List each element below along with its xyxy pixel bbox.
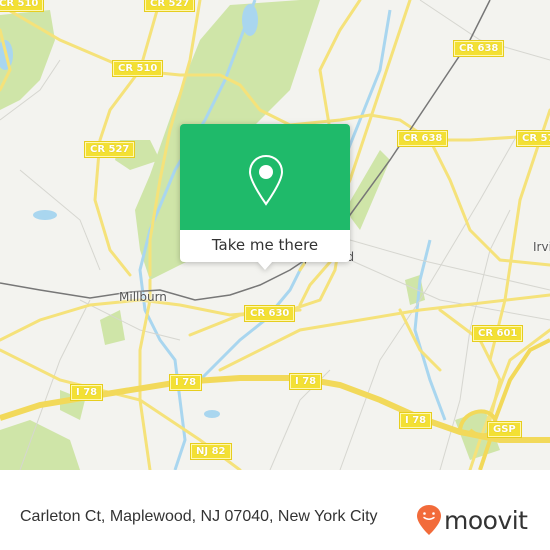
road-shield-cr630: CR 630 xyxy=(243,305,296,322)
road-shield-gsp: GSP xyxy=(487,421,522,438)
road-shield-i78: I 78 xyxy=(398,412,433,429)
moovit-logo[interactable]: moovit xyxy=(416,503,528,537)
moovit-wordmark: moovit xyxy=(444,505,528,535)
road-shield-nj82: NJ 82 xyxy=(190,443,232,460)
road-shield-cr510: CR 510 xyxy=(0,0,45,12)
map-pin-icon xyxy=(248,154,284,206)
map-view[interactable]: CR 527 CR 510 CR 510 CR 527 CR 638 CR 63… xyxy=(0,0,550,470)
address-text: Carleton Ct, Maplewood, NJ 07040, New Yo… xyxy=(20,508,378,525)
road-shield-i78: I 78 xyxy=(288,373,323,390)
road-shield-cr527: CR 527 xyxy=(83,141,136,158)
road-shield-cr527: CR 527 xyxy=(143,0,196,12)
popup-pointer xyxy=(257,261,273,270)
location-popup[interactable]: Take me there xyxy=(180,124,350,270)
moovit-smile-pin-icon xyxy=(417,505,441,535)
place-label-millburn: Millburn xyxy=(119,290,167,304)
road-shield-cr638: CR 638 xyxy=(452,40,505,57)
road-shield-cr5xx: CR 577 xyxy=(515,130,550,147)
road-shield-cr601: CR 601 xyxy=(471,325,524,342)
road-shield-cr638: CR 638 xyxy=(396,130,449,147)
popup-header[interactable] xyxy=(180,124,350,230)
road-shield-i78: I 78 xyxy=(69,384,104,401)
footer-bar: Carleton Ct, Maplewood, NJ 07040, New Yo… xyxy=(0,490,550,550)
take-me-there-button[interactable]: Take me there xyxy=(180,230,350,262)
road-shield-cr510: CR 510 xyxy=(111,60,164,77)
place-label-irvington: Irvington xyxy=(533,240,550,254)
road-shield-i78: I 78 xyxy=(168,374,203,391)
